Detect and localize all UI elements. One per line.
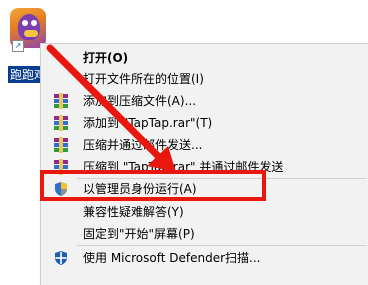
menu-item-compat-troubleshoot[interactable]: 兼容性疑难解答(Y) xyxy=(41,201,368,223)
menu-item-open-file-location[interactable]: 打开文件所在的位置(I) xyxy=(41,68,368,90)
menu-item-label: 添加到压缩文件(A)... xyxy=(83,94,197,108)
menu-item-defender-scan[interactable]: 使用 Microsoft Defender扫描... xyxy=(41,247,368,269)
menu-item-add-to-archive[interactable]: 添加到压缩文件(A)... xyxy=(41,90,368,112)
menu-item-label: 压缩并通过邮件发送... xyxy=(83,138,203,152)
context-menu: 打开(O) 打开文件所在的位置(I) 添加到压缩文件(A)... 添加到 "Ta… xyxy=(40,43,368,285)
menu-separator xyxy=(77,245,367,246)
winrar-icon xyxy=(53,137,69,153)
highlight-box xyxy=(40,170,266,201)
menu-item-label: 打开(O) xyxy=(83,51,129,65)
menu-item-label: 兼容性疑难解答(Y) xyxy=(83,205,184,219)
menu-item-pin-to-start[interactable]: 固定到"开始"屏幕(P) xyxy=(41,223,368,245)
menu-item-label: 使用 Microsoft Defender扫描... xyxy=(83,251,261,265)
menu-item-compress-and-email[interactable]: 压缩并通过邮件发送... xyxy=(41,134,368,156)
defender-shield-icon xyxy=(55,251,67,265)
shortcut-arrow-icon: ↗ xyxy=(12,40,24,52)
menu-item-label: 添加到 "TapTap.rar"(T) xyxy=(83,116,213,130)
menu-item-add-to-taptap-rar[interactable]: 添加到 "TapTap.rar"(T) xyxy=(41,112,368,134)
menu-item-label: 打开文件所在的位置(I) xyxy=(83,72,204,86)
menu-item-label: 固定到"开始"屏幕(P) xyxy=(83,227,195,241)
winrar-icon xyxy=(53,115,69,131)
winrar-icon xyxy=(53,93,69,109)
menu-item-open[interactable]: 打开(O) xyxy=(41,47,368,69)
